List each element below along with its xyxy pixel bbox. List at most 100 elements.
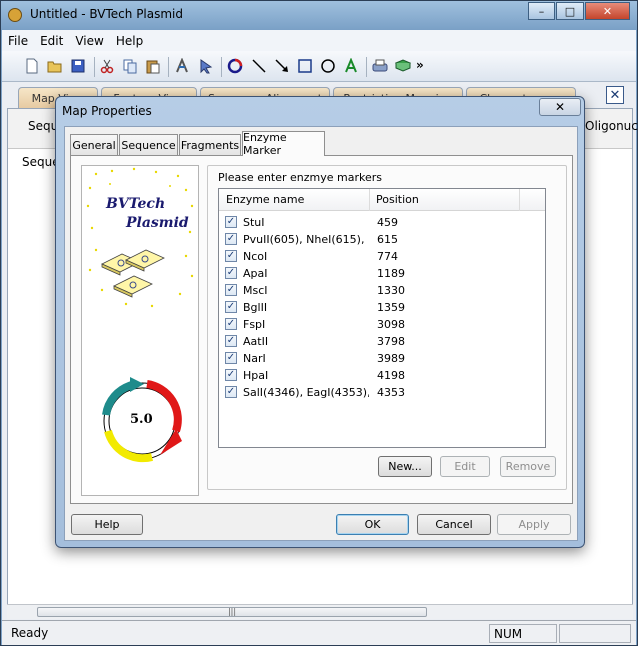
enzyme-row[interactable]: ✓ BglII 1359 bbox=[219, 299, 545, 316]
status-empty bbox=[559, 624, 631, 643]
enzyme-row[interactable]: ✓ StuI 459 bbox=[219, 214, 545, 231]
new-button[interactable]: New... bbox=[378, 456, 432, 477]
cut-icon[interactable] bbox=[99, 58, 115, 74]
enzyme-checkbox[interactable]: ✓ bbox=[225, 352, 237, 364]
paste-icon[interactable] bbox=[145, 58, 161, 74]
copy-icon[interactable] bbox=[122, 58, 138, 74]
enzyme-name: HpaI bbox=[243, 369, 269, 382]
enzyme-name: FspI bbox=[243, 318, 266, 331]
enzyme-position: 774 bbox=[377, 250, 398, 263]
menu-view[interactable]: View bbox=[69, 34, 109, 48]
enzyme-row[interactable]: ✓ FspI 3098 bbox=[219, 316, 545, 333]
enzyme-row[interactable]: ✓ AatII 3798 bbox=[219, 333, 545, 350]
enzyme-marker-page: BVTech Plasmid 5.0 Please enter enzmye m… bbox=[70, 155, 573, 504]
menu-bar: File Edit View Help bbox=[2, 30, 636, 51]
column-enzyme-name[interactable]: Enzyme name bbox=[226, 193, 304, 206]
enzyme-checkbox[interactable]: ✓ bbox=[225, 250, 237, 262]
maximize-button[interactable]: □ bbox=[556, 2, 584, 20]
enzyme-row[interactable]: ✓ SalI(4346), EagI(4353), ... 4353 bbox=[219, 384, 545, 401]
save-icon[interactable] bbox=[70, 58, 86, 74]
enzyme-position: 4198 bbox=[377, 369, 405, 382]
map-properties-dialog: Map Properties ✕ General Sequence Fragme… bbox=[55, 96, 585, 548]
arrow-icon[interactable] bbox=[274, 58, 290, 74]
enzyme-checkbox[interactable]: ✓ bbox=[225, 267, 237, 279]
enzyme-checkbox[interactable]: ✓ bbox=[225, 301, 237, 313]
status-bar: Ready NUM bbox=[2, 620, 636, 645]
enzyme-row[interactable]: ✓ HpaI 4198 bbox=[219, 367, 545, 384]
enzyme-list[interactable]: Enzyme name Position ✓ StuI 459 ✓ PvuII(605)… bbox=[218, 188, 546, 448]
rectangle-icon[interactable] bbox=[297, 58, 313, 74]
enzyme-checkbox[interactable]: ✓ bbox=[225, 386, 237, 398]
enzyme-name: SalI(4346), EagI(4353), ... bbox=[243, 386, 369, 399]
menu-edit[interactable]: Edit bbox=[34, 34, 69, 48]
enzyme-row[interactable]: ✓ PvuII(605), NheI(615), E... 615 bbox=[219, 231, 545, 248]
apply-button[interactable]: Apply bbox=[497, 514, 571, 535]
toolbar: » bbox=[2, 51, 636, 82]
close-button[interactable]: ✕ bbox=[585, 2, 630, 20]
book-icon[interactable] bbox=[395, 58, 411, 74]
plasmid-cards-icon bbox=[101, 249, 165, 298]
enzyme-checkbox[interactable]: ✓ bbox=[225, 284, 237, 296]
status-num: NUM bbox=[489, 624, 557, 643]
help-button[interactable]: Help bbox=[71, 514, 143, 535]
remove-button[interactable]: Remove bbox=[500, 456, 556, 477]
enzyme-checkbox[interactable]: ✓ bbox=[225, 318, 237, 330]
enzyme-row[interactable]: ✓ ApaI 1189 bbox=[219, 265, 545, 282]
title-bar[interactable]: Untitled - BVTech Plasmid – □ ✕ bbox=[1, 1, 637, 30]
enzyme-checkbox[interactable]: ✓ bbox=[225, 216, 237, 228]
tab-fragments[interactable]: Fragments bbox=[179, 134, 241, 155]
enzyme-name: BglII bbox=[243, 301, 268, 314]
enzyme-name: AatII bbox=[243, 335, 269, 348]
open-icon[interactable] bbox=[47, 58, 63, 74]
column-position[interactable]: Position bbox=[376, 193, 419, 206]
app-icon bbox=[8, 8, 22, 22]
subbar-right-label[interactable]: Oligonuc bbox=[585, 119, 638, 133]
more-icon[interactable]: » bbox=[416, 58, 432, 74]
status-text: Ready bbox=[11, 626, 49, 640]
print-icon[interactable] bbox=[372, 58, 388, 74]
enzyme-name: NcoI bbox=[243, 250, 268, 263]
menu-file[interactable]: File bbox=[2, 34, 34, 48]
enzyme-checkbox[interactable]: ✓ bbox=[225, 233, 237, 245]
list-header: Enzyme name Position bbox=[219, 189, 545, 211]
enzyme-checkbox[interactable]: ✓ bbox=[225, 335, 237, 347]
enzyme-position: 3798 bbox=[377, 335, 405, 348]
dialog-close-button[interactable]: ✕ bbox=[539, 98, 581, 116]
window-title: Untitled - BVTech Plasmid bbox=[30, 7, 184, 21]
scroll-thumb[interactable]: ||| bbox=[37, 607, 427, 617]
line-icon[interactable] bbox=[251, 58, 267, 74]
tab-general[interactable]: General bbox=[70, 134, 118, 155]
enzyme-position: 3098 bbox=[377, 318, 405, 331]
close-document-button[interactable]: ✕ bbox=[606, 86, 624, 104]
horizontal-scrollbar[interactable]: ||| bbox=[7, 604, 633, 619]
plasmid-artwork: BVTech Plasmid 5.0 bbox=[81, 165, 199, 496]
ok-button[interactable]: OK bbox=[336, 514, 409, 535]
enzyme-position: 459 bbox=[377, 216, 398, 229]
plasmid-center-label: 5.0 bbox=[130, 412, 153, 427]
enzyme-row[interactable]: ✓ NcoI 774 bbox=[219, 248, 545, 265]
enzyme-row[interactable]: ✓ MscI 1330 bbox=[219, 282, 545, 299]
menu-help[interactable]: Help bbox=[110, 34, 149, 48]
circle-map-icon[interactable] bbox=[227, 58, 243, 74]
tab-enzyme-marker[interactable]: Enzyme Marker bbox=[242, 131, 325, 157]
enzyme-checkbox[interactable]: ✓ bbox=[225, 369, 237, 381]
enzyme-icon[interactable] bbox=[174, 58, 190, 74]
edit-button[interactable]: Edit bbox=[440, 456, 490, 477]
cancel-button[interactable]: Cancel bbox=[417, 514, 491, 535]
enzyme-row[interactable]: ✓ NarI 3989 bbox=[219, 350, 545, 367]
new-icon[interactable] bbox=[24, 58, 40, 74]
pointer-icon[interactable] bbox=[198, 58, 214, 74]
text-icon[interactable] bbox=[343, 58, 359, 74]
minimize-button[interactable]: – bbox=[528, 2, 555, 20]
ellipse-icon[interactable] bbox=[320, 58, 336, 74]
tab-sequence[interactable]: Sequence bbox=[119, 134, 178, 155]
enzyme-position: 1359 bbox=[377, 301, 405, 314]
enzyme-position: 3989 bbox=[377, 352, 405, 365]
enzyme-position: 615 bbox=[377, 233, 398, 246]
enzyme-marker-group: Please enter enzmye markers Enzyme name … bbox=[207, 165, 567, 490]
art-title-line1: BVTech bbox=[106, 196, 166, 212]
sequence-label: Seque bbox=[22, 155, 60, 169]
enzyme-name: ApaI bbox=[243, 267, 268, 280]
enzyme-prompt: Please enter enzmye markers bbox=[218, 171, 383, 184]
enzyme-name: NarI bbox=[243, 352, 266, 365]
